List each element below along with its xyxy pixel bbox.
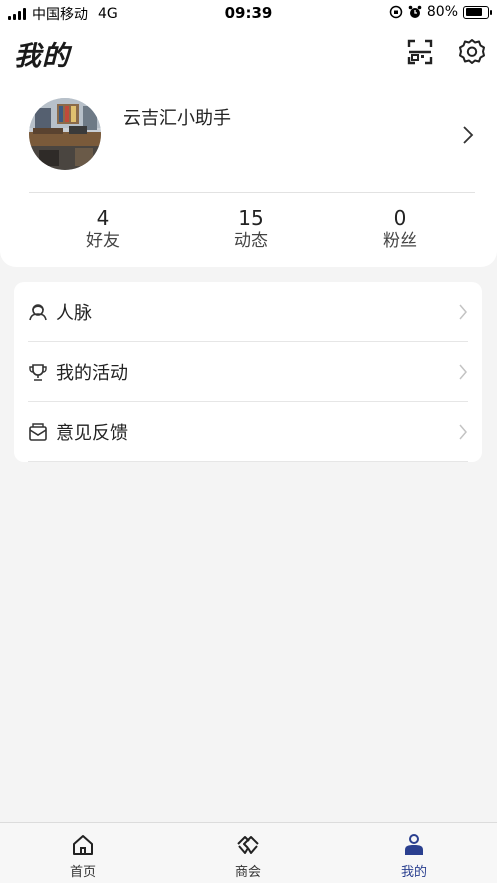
menu-item-label: 意见反馈 xyxy=(56,423,128,444)
screen: 中国移动 4G 09:39 80% 我的 云吉汇小助手 4 好友 15 动态 0… xyxy=(0,0,497,883)
avatar-image xyxy=(29,98,101,170)
trophy-icon xyxy=(29,364,47,381)
menu-card: 人脉 我的活动 意见反馈 xyxy=(14,282,482,462)
tab-label: 首页 xyxy=(69,865,96,880)
page-title: 我的 xyxy=(14,41,70,72)
stat-value: 0 xyxy=(393,206,407,230)
stat-label: 粉丝 xyxy=(383,231,417,251)
feedback-icon xyxy=(29,423,47,441)
user-icon xyxy=(405,834,423,855)
tab-label: 我的 xyxy=(400,865,427,880)
tab-chamber[interactable]: 商会 xyxy=(188,823,308,883)
alarm-icon xyxy=(408,5,422,18)
stat-followers[interactable]: 0 粉丝 xyxy=(340,206,460,252)
tab-label: 商会 xyxy=(234,865,261,880)
battery-fill xyxy=(465,8,483,16)
avatar[interactable] xyxy=(29,98,101,170)
gear-icon[interactable] xyxy=(458,38,486,66)
scan-icon[interactable] xyxy=(406,38,434,66)
tab-bar: 首页 商会 我的 xyxy=(0,822,497,883)
menu-item-contacts[interactable]: 人脉 xyxy=(14,282,482,342)
chevron-right-icon[interactable] xyxy=(461,124,475,146)
stat-posts[interactable]: 15 动态 xyxy=(191,206,311,252)
contacts-icon xyxy=(29,304,47,321)
chevron-right-icon xyxy=(459,364,467,380)
battery-percent: 80% xyxy=(426,4,458,20)
stat-value: 4 xyxy=(96,206,110,230)
divider xyxy=(28,461,468,462)
status-bar-right: 80% xyxy=(389,4,492,20)
username: 云吉汇小助手 xyxy=(123,108,231,129)
home-icon xyxy=(73,835,93,855)
menu-item-my-activities[interactable]: 我的活动 xyxy=(14,342,482,402)
stat-label: 动态 xyxy=(234,231,268,251)
divider xyxy=(29,192,475,193)
tab-home[interactable]: 首页 xyxy=(23,823,143,883)
stat-value: 15 xyxy=(238,206,264,230)
menu-item-label: 我的活动 xyxy=(56,363,128,384)
chevron-right-icon xyxy=(459,424,467,440)
stat-friends[interactable]: 4 好友 xyxy=(43,206,163,252)
orientation-lock-icon xyxy=(389,5,403,19)
menu-item-feedback[interactable]: 意见反馈 xyxy=(14,402,482,462)
profile-card[interactable]: 云吉汇小助手 4 好友 15 动态 0 粉丝 xyxy=(0,78,497,267)
status-bar: 中国移动 4G 09:39 80% xyxy=(0,0,497,26)
stat-label: 好友 xyxy=(86,231,120,251)
menu-item-label: 人脉 xyxy=(56,303,92,324)
tab-mine[interactable]: 我的 xyxy=(354,823,474,883)
battery-icon xyxy=(463,5,492,19)
chevron-right-icon xyxy=(459,304,467,320)
header: 我的 xyxy=(0,26,497,78)
handshake-icon xyxy=(237,836,259,854)
